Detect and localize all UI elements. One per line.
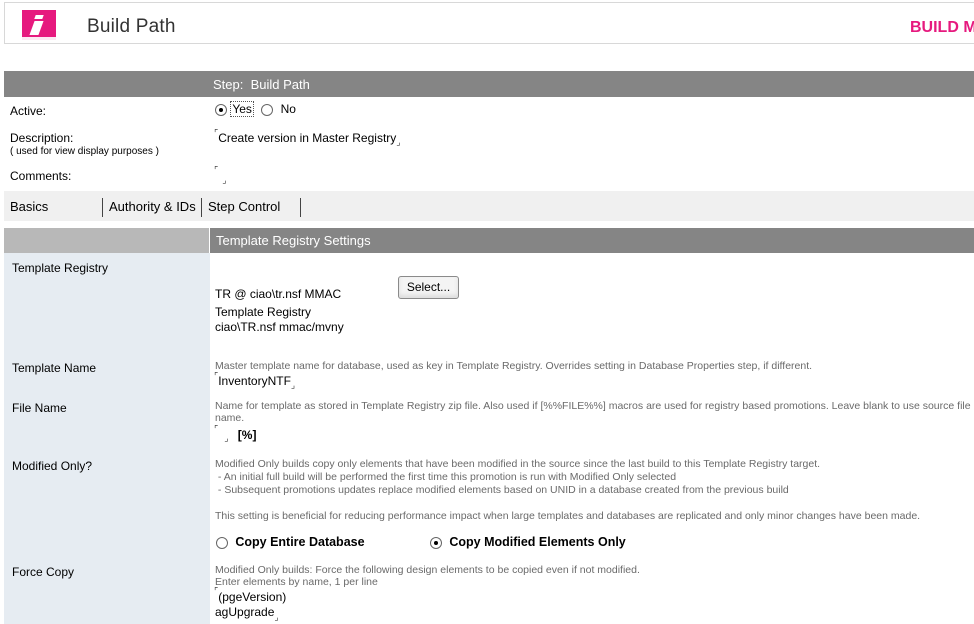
template-name-value[interactable]: InventoryNTF (218, 374, 291, 388)
copy-entire-radio[interactable] (216, 536, 228, 549)
step-bar (4, 71, 974, 97)
modified-only-help2: - An initial full build will be performe… (215, 471, 677, 483)
file-name-field[interactable]: ⌜⌟ [%] (214, 424, 256, 443)
app-logo-icon (22, 10, 56, 40)
template-name-help: Master template name for database, used … (215, 360, 813, 372)
file-name-help: Name for template as stored in Template … (215, 400, 971, 424)
active-no-label[interactable]: No (281, 102, 296, 116)
force-copy-help1: Modified Only builds: Force the followin… (215, 564, 640, 576)
tab-basics[interactable]: Basics (10, 199, 48, 214)
copy-entire-label[interactable]: Copy Entire Database (235, 535, 364, 549)
force-copy-line2[interactable]: agUpgrade⌟ (215, 605, 279, 622)
section-title: Template Registry Settings (216, 233, 371, 248)
active-no-radio[interactable] (261, 103, 274, 116)
section-header-left (4, 228, 209, 253)
brand-label: BUILD M (910, 19, 974, 36)
modified-only-help4: This setting is beneficial for reducing … (215, 510, 921, 522)
force-copy-label: Force Copy (12, 565, 75, 579)
comments-field[interactable]: ⌜⌟ (214, 165, 226, 185)
copy-modified-label[interactable]: Copy Modified Elements Only (449, 535, 625, 549)
copy-modified-radio[interactable] (430, 536, 442, 549)
active-radio-group: Yes No (215, 101, 296, 117)
step-title: Step: Build Path (213, 77, 310, 92)
comments-label: Comments: (10, 169, 72, 183)
force-copy-field[interactable]: ⌜(pgeVersion) (214, 586, 286, 604)
modified-only-option-full[interactable]: Copy Entire Database (216, 535, 365, 549)
tab-separator (300, 198, 301, 217)
template-registry-line1: TR @ ciao\tr.nsf MMAC (215, 287, 342, 301)
force-copy-value2[interactable]: agUpgrade (215, 605, 274, 619)
active-yes-label[interactable]: Yes (230, 101, 254, 117)
template-name-label: Template Name (12, 361, 97, 375)
tab-separator (201, 198, 202, 217)
file-name-suffix: [%] (237, 428, 257, 442)
active-yes-radio[interactable] (215, 103, 227, 116)
section-divider (209, 228, 210, 253)
page-title: Build Path (87, 16, 176, 37)
template-registry-line3: ciao\TR.nsf mmac/mvny (215, 320, 344, 334)
active-label: Active: (10, 104, 47, 118)
template-registry-line2: Template Registry (215, 305, 312, 319)
description-hint: ( used for view display purposes ) (10, 146, 159, 157)
force-copy-value1[interactable]: (pgeVersion) (218, 590, 286, 604)
tab-step-control[interactable]: Step Control (208, 199, 280, 214)
description-label: Description: (10, 131, 74, 145)
modified-only-help3: - Subsequent promotions updates replace … (215, 484, 789, 496)
template-name-field[interactable]: ⌜InventoryNTF⌟ (214, 371, 295, 390)
select-button[interactable]: Select... (398, 276, 459, 299)
description-value[interactable]: Create version in Master Registry (218, 131, 396, 145)
modified-only-label: Modified Only? (12, 459, 93, 473)
tab-authority-ids[interactable]: Authority & IDs (109, 199, 196, 214)
modified-only-option-modified[interactable]: Copy Modified Elements Only (430, 535, 626, 549)
modified-only-help1: Modified Only builds copy only elements … (215, 458, 821, 470)
description-field[interactable]: ⌜Create version in Master Registry⌟ (214, 128, 401, 147)
file-name-label: File Name (12, 401, 67, 415)
template-registry-label: Template Registry (12, 261, 109, 275)
tab-separator (102, 198, 103, 217)
